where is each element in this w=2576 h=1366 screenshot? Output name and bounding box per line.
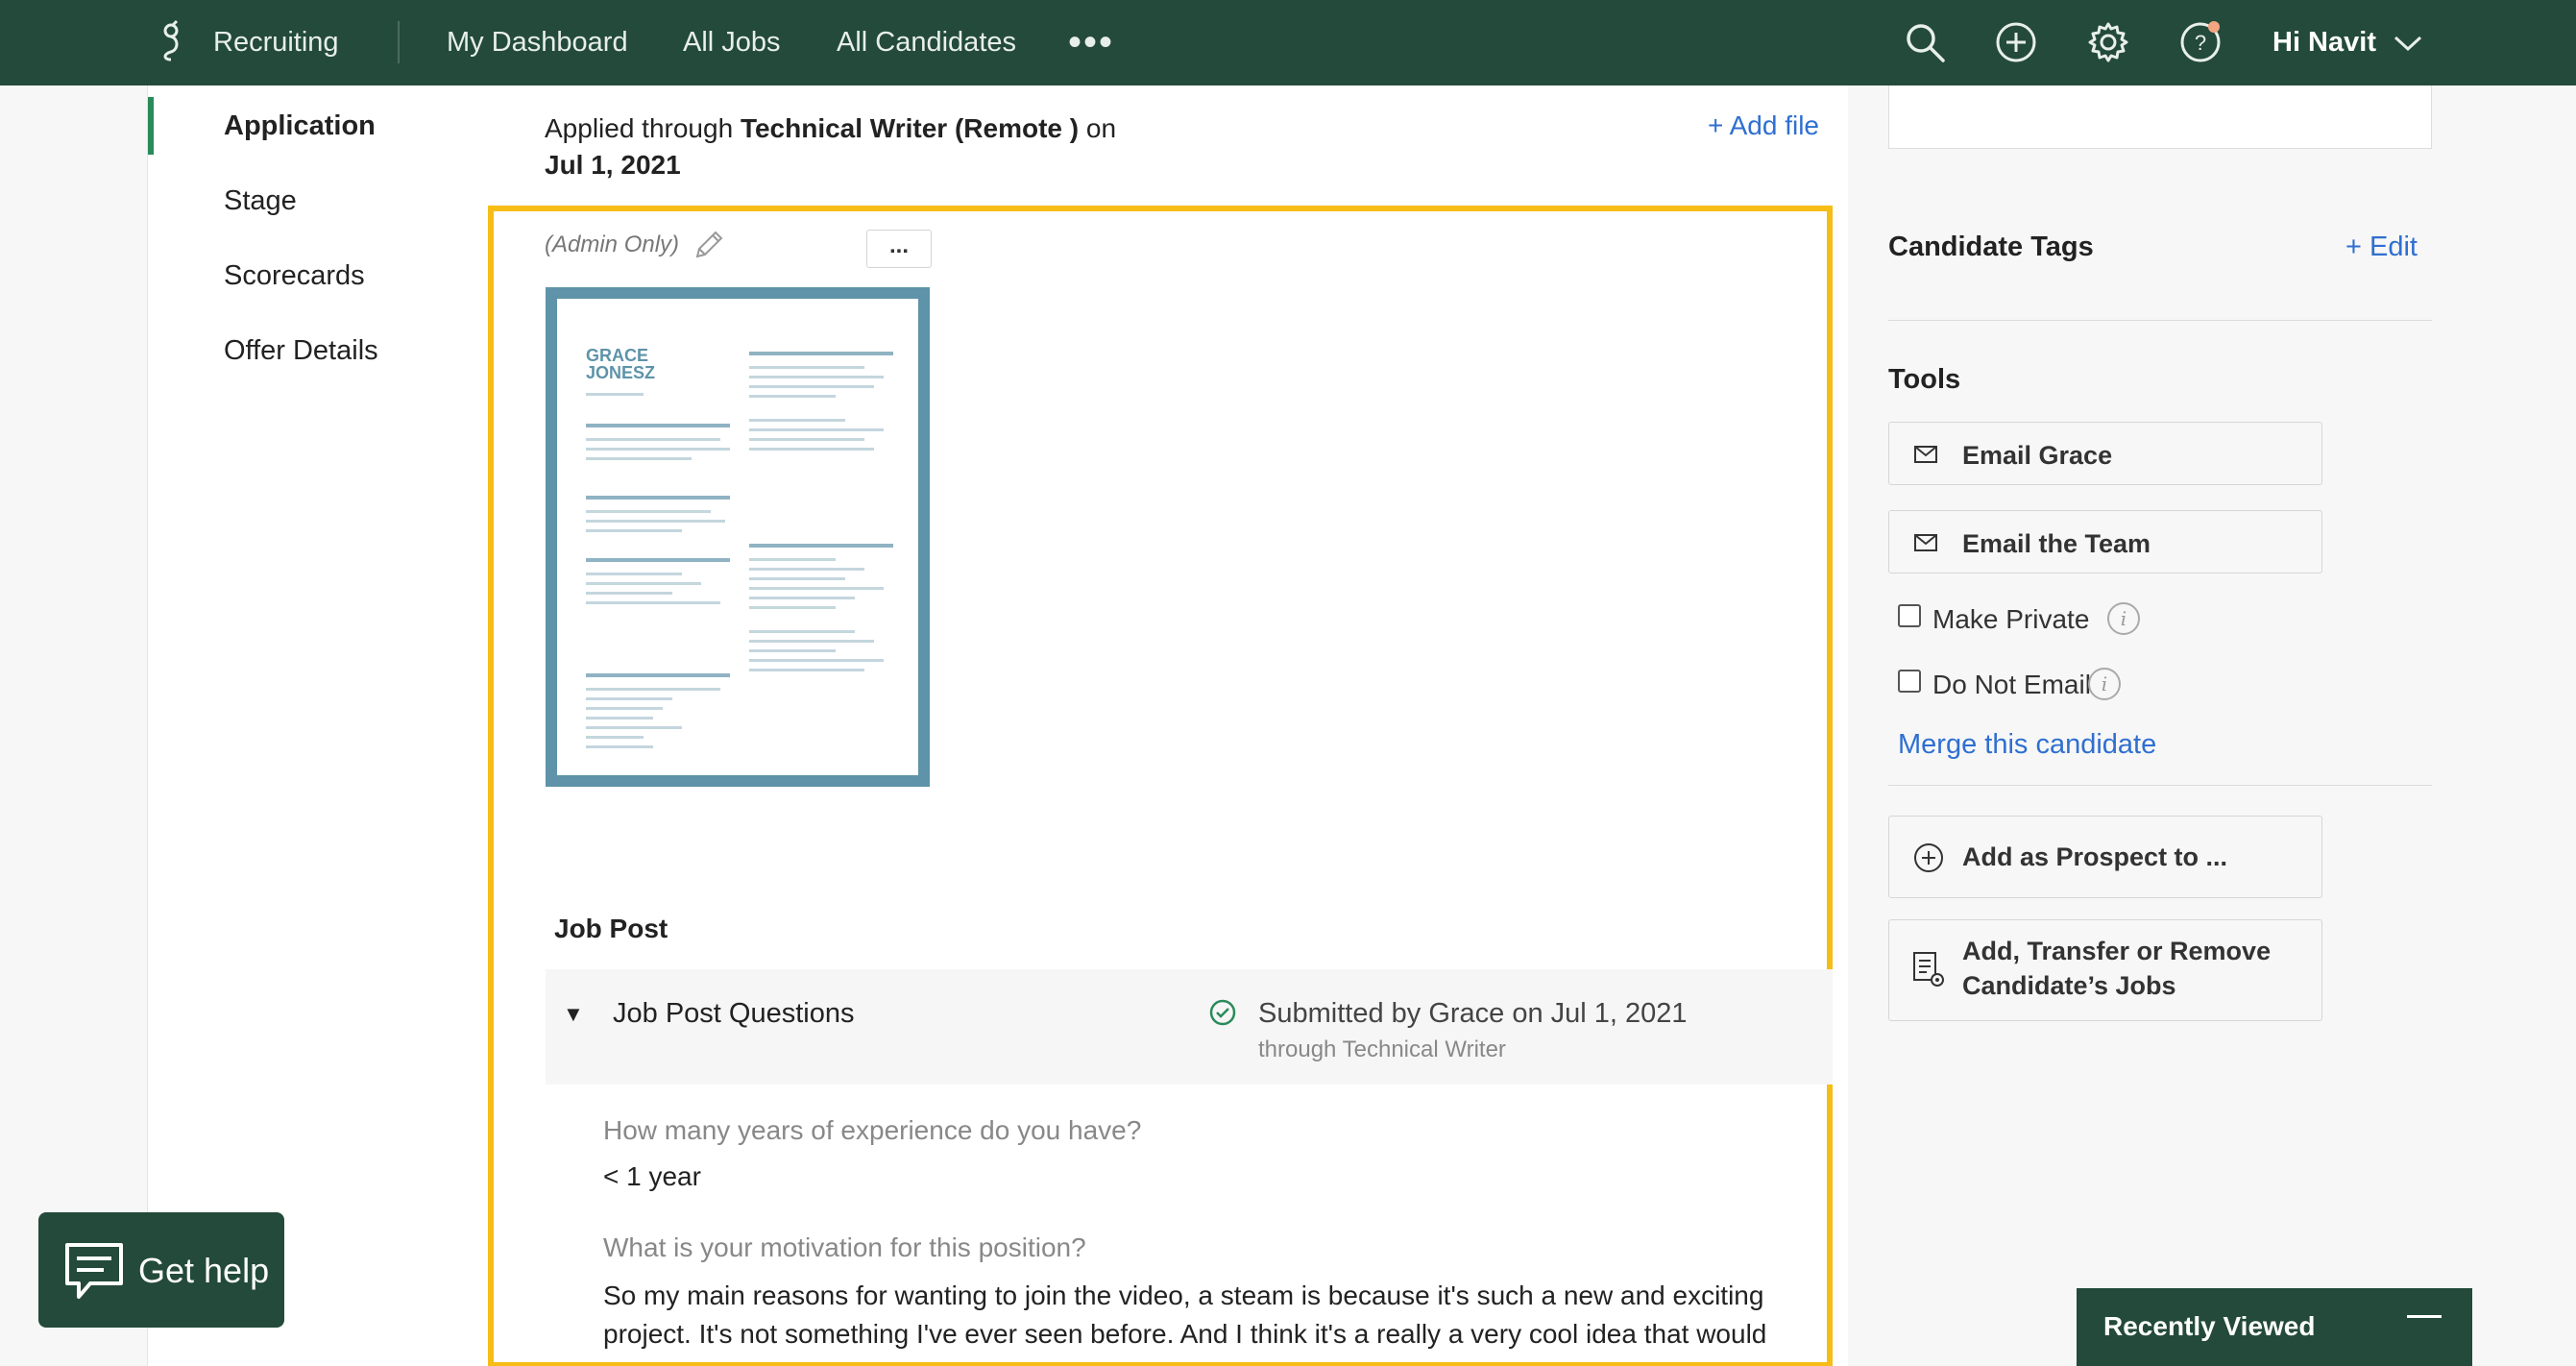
recently-viewed-panel[interactable]: Recently Viewed [2077, 1288, 2472, 1366]
minimize-icon[interactable] [2407, 1315, 2442, 1318]
greenhouse-logo-icon[interactable] [159, 17, 182, 63]
get-help-button[interactable]: Get help [38, 1212, 284, 1328]
subnav-stage[interactable]: Stage [224, 185, 297, 217]
job-post-questions-label[interactable]: Job Post Questions [613, 998, 854, 1030]
get-help-label: Get help [138, 1251, 270, 1290]
recently-viewed-label[interactable]: Recently Viewed [2103, 1311, 2315, 1342]
nav-separator [398, 21, 400, 63]
envelope-icon [1914, 446, 1937, 463]
pencil-edit-icon[interactable] [692, 228, 726, 262]
job-post-heading: Job Post [554, 914, 668, 943]
transfer-jobs-line1: Add, Transfer or Remove [1962, 937, 2272, 965]
resume-name: GRACE JONESZ [586, 347, 655, 381]
do-not-email-checkbox[interactable] [1898, 670, 1921, 693]
resume-name-line1: GRACE [586, 346, 649, 365]
brand-label[interactable]: Recruiting [213, 27, 339, 59]
info-icon[interactable]: i [2107, 602, 2140, 635]
divider [1888, 785, 2432, 786]
transfer-jobs-label: Add, Transfer or Remove Candidate’s Jobs [1962, 934, 2271, 1003]
svg-text:?: ? [2195, 31, 2206, 55]
active-indicator [148, 97, 154, 155]
applied-suffix: on [1079, 113, 1117, 143]
transfer-jobs-line2: Candidate’s Jobs [1962, 971, 2176, 1000]
email-team-label: Email the Team [1962, 529, 2151, 558]
collapse-triangle-icon[interactable]: ▼ [563, 1002, 584, 1027]
applied-prefix: Applied through [545, 113, 741, 143]
chevron-down-icon[interactable] [2392, 33, 2424, 54]
email-candidate-label: Email Grace [1962, 441, 2113, 470]
nav-all-candidates[interactable]: All Candidates [837, 27, 1016, 59]
document-gear-icon [1913, 952, 1944, 987]
add-circle-icon [1914, 843, 1943, 872]
resume-page: GRACE JONESZ [557, 299, 918, 775]
resume-more-button[interactable]: ... [866, 230, 932, 268]
make-private-label[interactable]: Make Private [1932, 604, 2089, 635]
divider [1888, 320, 2432, 321]
add-as-prospect-button[interactable]: Add as Prospect to ... [1888, 816, 2322, 898]
applied-date: Jul 1, 2021 [545, 150, 681, 180]
make-private-checkbox[interactable] [1898, 604, 1921, 627]
user-greeting[interactable]: Hi Navit [2272, 27, 2376, 59]
help-icon[interactable]: ? [2177, 19, 2224, 65]
resume-name-line2: JONESZ [586, 363, 656, 382]
answer-1-text: < 1 year [603, 1161, 701, 1191]
question-2-text: What is your motivation for this positio… [603, 1232, 1086, 1262]
job-post-questions-header[interactable]: ▼ Job Post Questions Submitted by Grace … [546, 969, 1833, 1085]
submitted-by-text: Submitted by Grace on Jul 1, 2021 [1258, 998, 1688, 1029]
add-as-prospect-label: Add as Prospect to ... [1962, 842, 2228, 871]
info-icon[interactable]: i [2088, 668, 2121, 700]
applied-job-name[interactable]: Technical Writer (Remote ) [741, 113, 1079, 143]
check-circle-icon [1209, 999, 1236, 1026]
email-candidate-button[interactable]: Email Grace [1888, 422, 2322, 485]
main-content: Applied through Technical Writer (Remote… [488, 85, 1848, 1366]
add-file-link[interactable]: + Add file [1708, 110, 1819, 141]
nav-more-button[interactable]: ••• [1068, 21, 1114, 64]
nav-all-jobs[interactable]: All Jobs [683, 27, 781, 59]
tools-heading: Tools [1888, 364, 1961, 395]
nav-my-dashboard[interactable]: My Dashboard [447, 27, 628, 59]
submitted-through-text: through Technical Writer [1258, 1037, 1506, 1062]
envelope-icon [1914, 534, 1937, 551]
gear-icon[interactable] [2085, 19, 2131, 65]
question-1-text: How many years of experience do you have… [603, 1115, 1142, 1145]
add-circle-icon[interactable] [1993, 19, 2039, 65]
transfer-jobs-button[interactable]: Add, Transfer or Remove Candidate’s Jobs [1888, 919, 2322, 1021]
resume-thumbnail[interactable]: GRACE JONESZ [546, 287, 930, 787]
admin-only-label: (Admin Only) [545, 232, 680, 257]
applied-through-text: Applied through Technical Writer (Remote… [545, 110, 1116, 183]
answer-2-text: So my main reasons for wanting to join t… [603, 1281, 1767, 1349]
subnav-offer-details[interactable]: Offer Details [224, 335, 378, 367]
search-icon[interactable] [1902, 19, 1948, 65]
merge-candidate-link[interactable]: Merge this candidate [1898, 729, 2156, 761]
right-panel: Candidate Tags + Edit Tools Email Grace … [1848, 85, 2576, 1366]
left-gutter [0, 85, 148, 1366]
notes-box[interactable] [1888, 85, 2432, 149]
tags-edit-link[interactable]: + Edit [2345, 232, 2418, 263]
chat-bubble-icon [65, 1243, 123, 1299]
top-nav: Recruiting My Dashboard All Jobs All Can… [0, 0, 2576, 85]
email-team-button[interactable]: Email the Team [1888, 510, 2322, 573]
subnav-application[interactable]: Application [224, 110, 376, 142]
candidate-subnav: Application Stage Scorecards Offer Detai… [148, 85, 494, 1366]
candidate-tags-heading: Candidate Tags [1888, 232, 2094, 262]
subnav-scorecards[interactable]: Scorecards [224, 260, 365, 292]
do-not-email-label[interactable]: Do Not Email [1932, 670, 2091, 700]
